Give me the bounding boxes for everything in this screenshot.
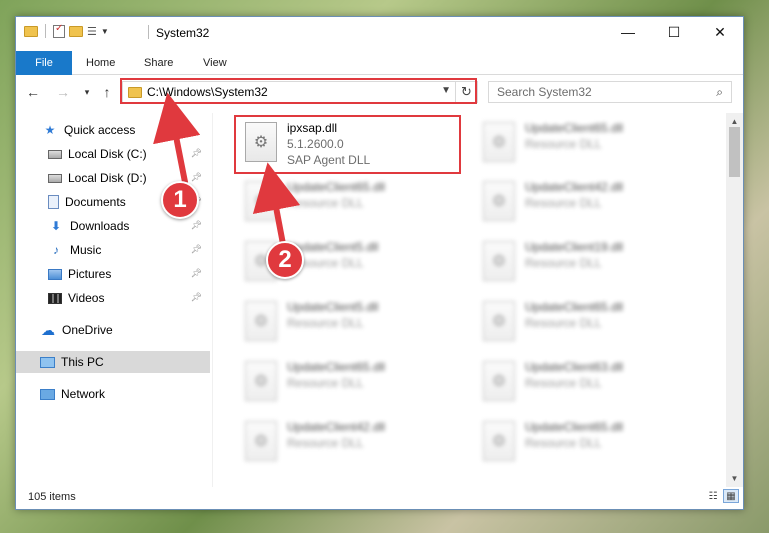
pc-icon bbox=[40, 356, 55, 368]
sidebar-item-music[interactable]: ♪ Music 📌︎ bbox=[16, 239, 210, 261]
window-controls: — ☐ ✕ bbox=[605, 17, 743, 47]
sidebar-item-onedrive[interactable]: ☁ OneDrive bbox=[16, 319, 210, 341]
view-switcher: ☷ ▦ bbox=[705, 489, 739, 503]
pin-icon: 📌︎ bbox=[190, 244, 202, 254]
pin-icon: 📌︎ bbox=[190, 220, 202, 230]
tab-share[interactable]: Share bbox=[134, 51, 183, 75]
address-input[interactable] bbox=[147, 85, 437, 99]
cloud-icon: ☁ bbox=[41, 321, 55, 338]
documents-icon bbox=[48, 195, 59, 209]
navigation-bar: ← → ▾ ↑ ▼ ↻ ⌕ bbox=[16, 79, 743, 105]
tab-home[interactable]: Home bbox=[76, 51, 125, 75]
file-tile[interactable]: ⚙ UpdateClient63.dll Resource DLL bbox=[477, 357, 707, 409]
recent-locations-button[interactable]: ▾ bbox=[78, 82, 96, 102]
file-tile[interactable]: ⚙ UpdateClient42.dll Resource DLL bbox=[477, 177, 707, 229]
search-box[interactable]: ⌕ bbox=[488, 81, 732, 103]
file-tile[interactable]: ⚙ UpdateClient65.dll Resource DLL bbox=[239, 177, 469, 229]
pin-icon: 📌︎ bbox=[190, 196, 202, 206]
dll-file-icon: ⚙ bbox=[245, 181, 277, 221]
dll-file-icon: ⚙ bbox=[245, 122, 277, 162]
navigation-pane: ★ Quick access Local Disk (C:) 📌︎ Local … bbox=[16, 113, 212, 487]
ribbon-tabs: File Home Share View bbox=[16, 51, 743, 75]
sidebar-item-pictures[interactable]: Pictures 📌︎ bbox=[16, 263, 210, 285]
minimize-button[interactable]: — bbox=[605, 17, 651, 47]
dll-file-icon: ⚙ bbox=[245, 241, 277, 281]
file-tile-ipxsap[interactable]: ⚙ ipxsap.dll 5.1.2600.0 SAP Agent DLL bbox=[239, 118, 469, 170]
pin-icon: 📌︎ bbox=[190, 268, 202, 278]
dll-file-icon: ⚙ bbox=[483, 421, 515, 461]
dll-file-icon: ⚙ bbox=[483, 361, 515, 401]
sidebar-item-this-pc[interactable]: This PC bbox=[16, 351, 210, 373]
new-folder-icon[interactable] bbox=[69, 25, 83, 37]
sidebar-item-downloads[interactable]: ⬇ Downloads 📌︎ bbox=[16, 215, 210, 237]
dll-file-icon: ⚙ bbox=[245, 361, 277, 401]
up-button[interactable]: ↑ bbox=[98, 82, 116, 102]
file-tile[interactable]: ⚙ UpdateClient42.dll Resource DLL bbox=[239, 417, 469, 469]
dll-file-icon: ⚙ bbox=[483, 181, 515, 221]
customize-toolbar-icon[interactable]: ☰ bbox=[87, 25, 97, 38]
sidebar-item-local-disk-c[interactable]: Local Disk (C:) 📌︎ bbox=[16, 143, 210, 165]
sidebar-item-quick-access[interactable]: ★ Quick access bbox=[16, 119, 210, 141]
address-bar[interactable]: ▼ ↻ bbox=[122, 81, 478, 103]
file-tile[interactable]: ⚙ UpdateClient65.dll Resource DLL bbox=[477, 297, 707, 349]
file-list: ⚙ ipxsap.dll 5.1.2600.0 SAP Agent DLL ⚙ … bbox=[212, 113, 726, 487]
file-tile[interactable]: ⚙ UpdateClient19.dll Resource DLL bbox=[477, 237, 707, 289]
dll-file-icon: ⚙ bbox=[483, 241, 515, 281]
search-icon: ⌕ bbox=[716, 85, 723, 99]
file-tile[interactable]: ⚙ UpdateClient65.dll Resource DLL bbox=[477, 118, 707, 170]
maximize-button[interactable]: ☐ bbox=[651, 17, 697, 47]
quick-access-toolbar: ☰ ▼ bbox=[24, 23, 109, 38]
status-bar: 105 items ☷ ▦ bbox=[16, 485, 743, 509]
details-view-icon[interactable]: ☷ bbox=[705, 489, 721, 503]
folder-icon bbox=[24, 25, 38, 37]
pin-icon: 📌︎ bbox=[190, 292, 202, 302]
sidebar-item-network[interactable]: Network bbox=[16, 383, 210, 405]
title-bar: ☰ ▼ System32 — ☐ ✕ bbox=[16, 17, 743, 47]
file-explorer-window: ☰ ▼ System32 — ☐ ✕ File Home Share View … bbox=[15, 16, 744, 510]
dll-file-icon: ⚙ bbox=[483, 122, 515, 162]
folder-icon bbox=[128, 86, 142, 98]
star-icon: ★ bbox=[44, 123, 56, 137]
file-tile[interactable]: ⚙ UpdateClient65.dll Resource DLL bbox=[477, 417, 707, 469]
back-button[interactable]: ← bbox=[24, 82, 42, 102]
dll-file-icon: ⚙ bbox=[483, 301, 515, 341]
tab-file[interactable]: File bbox=[16, 51, 72, 75]
pin-icon: 📌︎ bbox=[190, 148, 202, 158]
scrollbar-thumb[interactable] bbox=[729, 127, 740, 177]
file-tile[interactable]: ⚙ UpdateClient5.dll Resource DLL bbox=[239, 297, 469, 349]
file-tile[interactable]: ⚙ UpdateClient5.dll Resource DLL bbox=[239, 237, 469, 289]
disk-icon bbox=[48, 149, 62, 159]
disk-icon bbox=[48, 173, 62, 183]
tab-view[interactable]: View bbox=[193, 51, 237, 75]
close-button[interactable]: ✕ bbox=[697, 17, 743, 47]
file-tile[interactable]: ⚙ UpdateClient65.dll Resource DLL bbox=[239, 357, 469, 409]
search-input[interactable] bbox=[497, 85, 697, 99]
pin-icon: 📌︎ bbox=[190, 172, 202, 182]
videos-icon bbox=[48, 292, 62, 304]
dll-file-icon: ⚙ bbox=[245, 421, 277, 461]
vertical-scrollbar[interactable]: ▲ ▼ bbox=[726, 113, 743, 487]
network-icon bbox=[40, 388, 55, 400]
item-count: 105 items bbox=[28, 491, 76, 503]
chevron-down-icon[interactable]: ▼ bbox=[441, 85, 451, 96]
music-icon: ♪ bbox=[53, 243, 59, 257]
sidebar-item-videos[interactable]: Videos 📌︎ bbox=[16, 287, 210, 309]
window-title: System32 bbox=[156, 26, 210, 40]
sidebar-item-documents[interactable]: Documents 📌︎ bbox=[16, 191, 210, 213]
properties-icon[interactable] bbox=[53, 23, 65, 38]
dll-file-icon: ⚙ bbox=[245, 301, 277, 341]
pictures-icon bbox=[48, 268, 62, 280]
refresh-button[interactable]: ↻ bbox=[455, 82, 477, 102]
forward-button[interactable]: → bbox=[54, 82, 72, 102]
chevron-down-icon[interactable]: ▼ bbox=[101, 27, 109, 36]
sidebar-item-local-disk-d[interactable]: Local Disk (D:) 📌︎ bbox=[16, 167, 210, 189]
download-icon: ⬇ bbox=[50, 219, 62, 233]
tiles-view-icon[interactable]: ▦ bbox=[723, 489, 739, 503]
